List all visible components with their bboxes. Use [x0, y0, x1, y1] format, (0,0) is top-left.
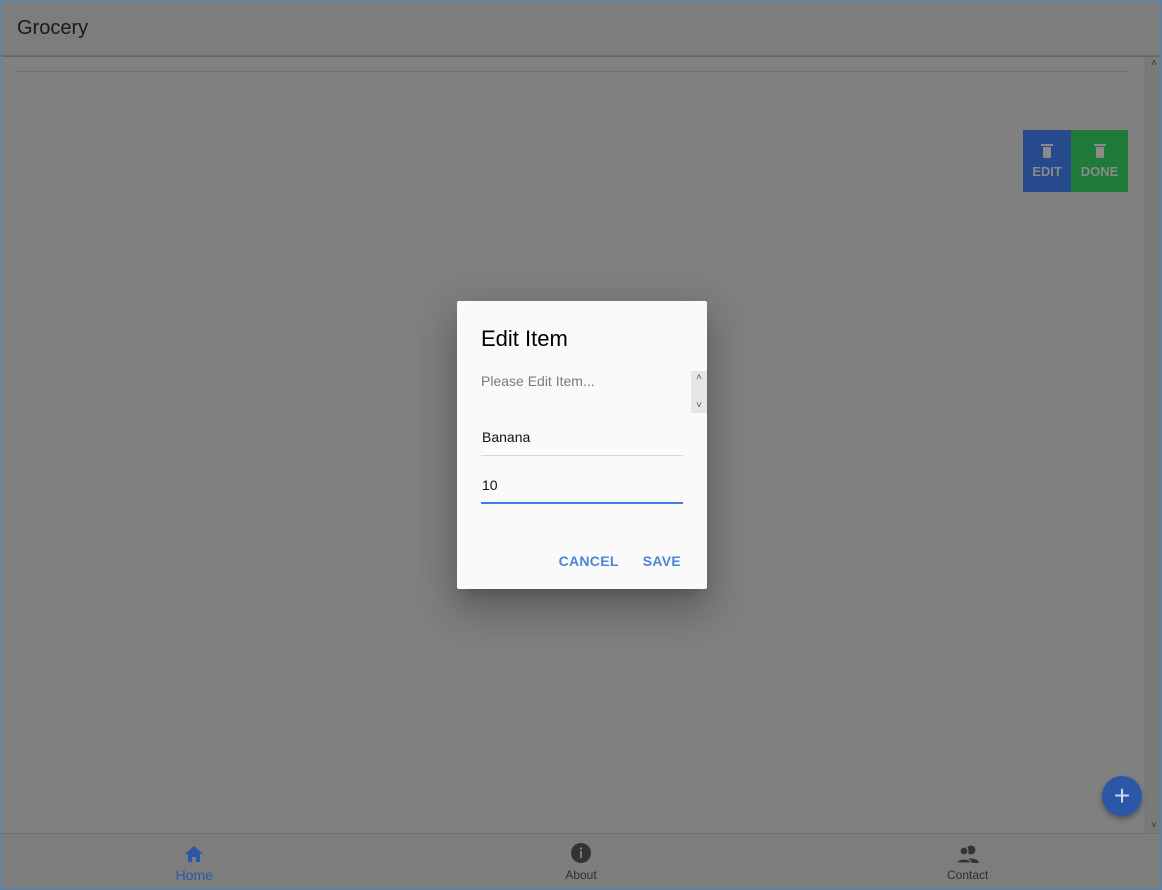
scroll-down-icon[interactable]: ˅	[691, 399, 707, 413]
page-title: Grocery	[17, 16, 89, 39]
tab-home-label: Home	[175, 867, 214, 883]
item-swipe-actions: EDIT DONE	[1023, 130, 1128, 192]
done-button[interactable]: DONE	[1071, 130, 1128, 192]
edit-button[interactable]: EDIT	[1023, 130, 1071, 192]
info-icon	[570, 842, 592, 864]
item-quantity-underline	[481, 502, 683, 504]
cancel-button[interactable]: CANCEL	[551, 551, 627, 571]
tab-home[interactable]: Home	[1, 834, 388, 889]
save-button[interactable]: SAVE	[635, 551, 689, 571]
plus-icon: +	[1113, 780, 1131, 811]
page-scrollbar[interactable]: ˄ ˅	[1145, 57, 1161, 833]
add-item-button[interactable]: +	[1102, 776, 1142, 816]
dialog-title: Edit Item	[481, 326, 568, 351]
bottom-tab-bar: Home About Contact	[1, 833, 1161, 889]
edit-button-label: EDIT	[1032, 163, 1062, 179]
tab-contact[interactable]: Contact	[774, 834, 1161, 889]
trash-icon	[1093, 143, 1106, 158]
dialog-message: Please Edit Item...	[481, 373, 595, 389]
scroll-up-icon[interactable]: ˄	[1146, 57, 1161, 71]
contacts-icon	[956, 842, 980, 864]
dialog-scrollbar[interactable]: ˄ ˅	[691, 371, 707, 413]
app-window: Grocery ˄ ˅ EDIT DONE + Home About Conta…	[0, 0, 1162, 890]
tab-about[interactable]: About	[388, 834, 775, 889]
item-name-underline	[481, 455, 683, 456]
edit-item-dialog: Edit Item Please Edit Item... ˄ ˅ CANCEL…	[457, 301, 707, 589]
app-header: Grocery	[1, 1, 1161, 56]
tab-about-label: About	[565, 868, 597, 882]
done-button-label: DONE	[1080, 163, 1119, 179]
item-quantity-field[interactable]	[481, 470, 683, 500]
dialog-actions: CANCEL SAVE	[543, 551, 689, 571]
scroll-down-icon[interactable]: ˅	[1146, 819, 1161, 833]
scroll-up-icon[interactable]: ˄	[691, 371, 707, 385]
home-icon	[184, 841, 204, 863]
tab-contact-label: Contact	[947, 868, 989, 882]
trash-icon	[1041, 143, 1053, 158]
item-name-field[interactable]	[481, 422, 683, 452]
list-divider	[17, 71, 1129, 72]
